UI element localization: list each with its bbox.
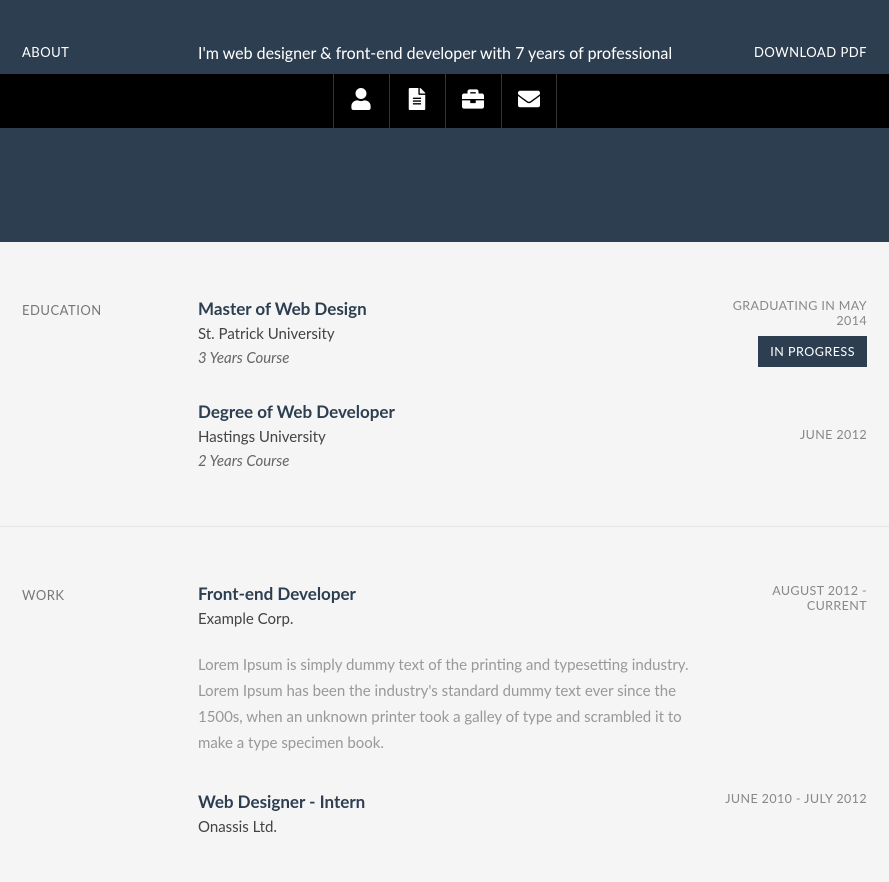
nav-contact[interactable] — [501, 74, 557, 128]
nav-portfolio[interactable] — [445, 74, 501, 128]
education-entry: Master of Web Design St. Patrick Univers… — [198, 298, 718, 367]
work-description: Lorem Ipsum is simply dummy text of the … — [198, 652, 718, 757]
education-label: EDUCATION — [22, 298, 198, 470]
work-company: Onassis Ltd. — [198, 818, 718, 836]
work-date: AUGUST 2012 - CURRENT — [718, 583, 867, 613]
work-entry: Front-end Developer Example Corp. Lorem … — [198, 583, 718, 757]
main-nav — [0, 74, 889, 128]
education-date: GRADUATING IN MAY 2014 — [718, 298, 867, 328]
education-title: Degree of Web Developer — [198, 401, 718, 422]
education-title: Master of Web Design — [198, 298, 718, 319]
education-section: EDUCATION Master of Web Design St. Patri… — [0, 242, 889, 527]
work-company: Example Corp. — [198, 610, 718, 628]
work-date: JUNE 2010 - JULY 2012 — [718, 791, 867, 806]
work-title: Front-end Developer — [198, 583, 718, 604]
user-icon — [350, 88, 372, 114]
status-badge: IN PROGRESS — [758, 336, 867, 367]
file-text-icon — [406, 88, 428, 114]
education-school: Hastings University — [198, 428, 718, 446]
download-pdf-link[interactable]: DOWNLOAD PDF — [718, 40, 867, 60]
education-entry: Degree of Web Developer Hastings Univers… — [198, 401, 718, 470]
work-section: WORK Front-end Developer Example Corp. L… — [0, 527, 889, 882]
work-entry: Web Designer - Intern Onassis Ltd. — [198, 791, 718, 836]
work-label: WORK — [22, 583, 198, 842]
work-title: Web Designer - Intern — [198, 791, 718, 812]
education-note: 3 Years Course — [198, 349, 718, 367]
briefcase-icon — [462, 88, 484, 114]
nav-resume[interactable] — [389, 74, 445, 128]
education-school: St. Patrick University — [198, 325, 718, 343]
nav-about[interactable] — [333, 74, 389, 128]
about-section: ABOUT I'm web designer & front-end devel… — [0, 0, 889, 242]
education-date: JUNE 2012 — [718, 427, 867, 442]
education-note: 2 Years Course — [198, 452, 718, 470]
envelope-icon — [518, 88, 540, 114]
